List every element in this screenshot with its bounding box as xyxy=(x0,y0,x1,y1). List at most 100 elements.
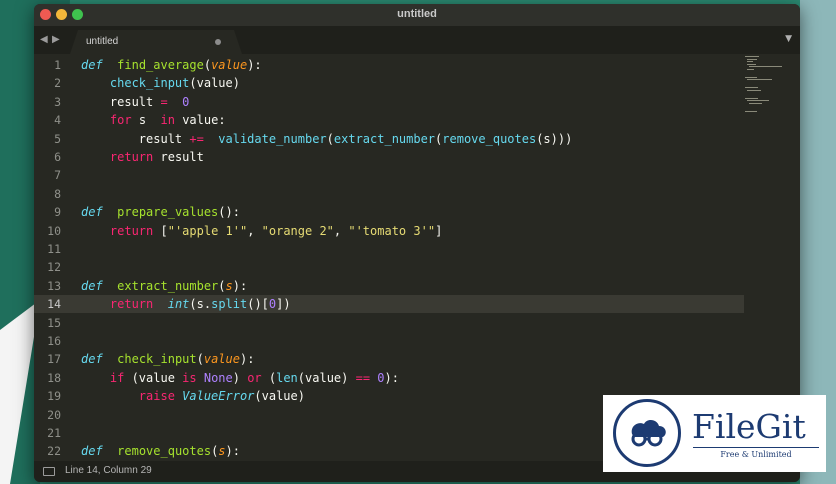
line-number: 5 xyxy=(54,131,61,146)
line-code: def remove_quotes(s): xyxy=(81,442,240,460)
window-title: untitled xyxy=(397,8,437,20)
code-token: (value xyxy=(124,370,183,385)
code-line[interactable]: 8 xyxy=(34,185,744,203)
code-token: def xyxy=(81,205,103,220)
code-token: (value) xyxy=(297,370,356,385)
line-number: 20 xyxy=(47,407,61,422)
code-line[interactable]: 2 check_input(value) xyxy=(34,74,744,92)
maximize-window-button[interactable] xyxy=(72,9,83,20)
code-token: "'apple 1'" xyxy=(167,223,248,238)
code-token: return xyxy=(109,223,154,238)
line-number: 7 xyxy=(54,168,61,183)
code-token: (): xyxy=(218,205,240,220)
code-line[interactable]: 18 if (value is None) or (len(value) == … xyxy=(34,369,744,387)
code-token: result xyxy=(81,94,161,109)
line-number: 16 xyxy=(47,334,61,348)
code-line[interactable]: 7 xyxy=(34,166,744,184)
code-line[interactable]: 6 return result xyxy=(34,148,744,166)
minimap-line xyxy=(745,97,759,99)
code-line[interactable]: 11 xyxy=(34,240,744,258)
code-line[interactable]: 17 def check_input(value): xyxy=(34,350,744,368)
code-token: check_input xyxy=(109,76,190,91)
minimap-line xyxy=(747,58,757,60)
code-token: ): xyxy=(384,370,399,385)
chevron-left-icon[interactable]: ◀ xyxy=(40,34,48,45)
tab-untitled[interactable]: untitled xyxy=(70,30,242,54)
code-token: find_average xyxy=(117,58,204,72)
code-token: validate_number xyxy=(211,131,327,146)
code-token: is xyxy=(182,370,197,385)
code-line[interactable]: 10 return ["'apple 1'", "orange 2", "'to… xyxy=(34,222,744,240)
code-token: (value) xyxy=(254,389,305,404)
line-number: 4 xyxy=(54,113,61,128)
code-token: , xyxy=(333,223,349,238)
code-token: if xyxy=(109,370,125,385)
minimap-line xyxy=(747,89,761,91)
triangle-down-icon[interactable]: ▼ xyxy=(785,34,792,44)
code-token: ( xyxy=(261,370,277,385)
code-line[interactable]: 3 result = 0 xyxy=(34,93,744,111)
code-line[interactable]: 5 result += validate_number(extract_numb… xyxy=(34,130,744,148)
cloud-glasses-logo-icon xyxy=(613,399,681,467)
code-token: (value) xyxy=(189,76,240,91)
watermark-tagline: Free & Unlimited xyxy=(720,450,792,459)
line-number: 6 xyxy=(54,150,61,164)
line-number: 1 xyxy=(54,58,61,72)
code-line[interactable]: 14 return int(s.split()[0]) xyxy=(34,295,744,314)
code-token: extract_number xyxy=(117,278,219,293)
code-token: ]) xyxy=(276,297,291,312)
title-bar: untitled xyxy=(34,4,800,26)
line-code: result += validate_number(extract_number… xyxy=(81,130,573,148)
code-line[interactable]: 1 def find_average(value): xyxy=(34,56,744,74)
code-token: ): xyxy=(239,352,255,367)
line-number: 2 xyxy=(54,76,61,91)
code-line[interactable]: 15 xyxy=(34,314,744,332)
code-token: prepare_values xyxy=(117,205,219,220)
line-number: 8 xyxy=(54,186,61,201)
code-token: for xyxy=(109,113,132,128)
line-number: 13 xyxy=(47,278,61,293)
code-token: (s))) xyxy=(536,131,573,146)
code-token: in xyxy=(153,113,175,128)
line-number: 12 xyxy=(47,260,61,275)
line-code: def check_input(value): xyxy=(81,350,254,368)
code-line[interactable]: 9 def prepare_values(): xyxy=(34,203,744,221)
code-token: result xyxy=(81,131,190,146)
line-number: 9 xyxy=(54,205,61,220)
close-window-button[interactable] xyxy=(40,9,51,20)
code-token: "orange 2" xyxy=(261,223,334,238)
line-number: 21 xyxy=(47,426,61,440)
code-token: result xyxy=(153,150,204,164)
line-number: 15 xyxy=(47,315,61,330)
minimap-line xyxy=(745,76,758,78)
code-token: (s. xyxy=(189,297,212,312)
minimize-window-button[interactable] xyxy=(56,9,67,20)
code-token: None xyxy=(203,370,233,385)
filegit-watermark: FileGit Free & Unlimited xyxy=(603,395,826,472)
code-token: 0 xyxy=(174,94,190,109)
line-code: if (value is None) or (len(value) == 0): xyxy=(81,369,399,387)
unsaved-dot-icon[interactable] xyxy=(215,39,221,45)
minimap[interactable] xyxy=(743,54,800,124)
code-line[interactable]: 4 for s in value: xyxy=(34,111,744,129)
watermark-name: FileGit xyxy=(692,407,806,446)
code-token: or xyxy=(247,370,262,385)
chevron-right-icon[interactable]: ▶ xyxy=(52,34,60,45)
code-line[interactable]: 12 xyxy=(34,258,744,276)
code-token: def xyxy=(81,58,103,72)
code-line[interactable]: 16 xyxy=(34,332,744,350)
panel-icon[interactable] xyxy=(43,467,55,476)
line-code: def find_average(value): xyxy=(81,56,262,74)
code-token: ): xyxy=(225,444,240,459)
minimap-line xyxy=(747,100,769,102)
code-line[interactable]: 13 def extract_number(s): xyxy=(34,277,744,295)
code-token: value: xyxy=(174,113,226,128)
